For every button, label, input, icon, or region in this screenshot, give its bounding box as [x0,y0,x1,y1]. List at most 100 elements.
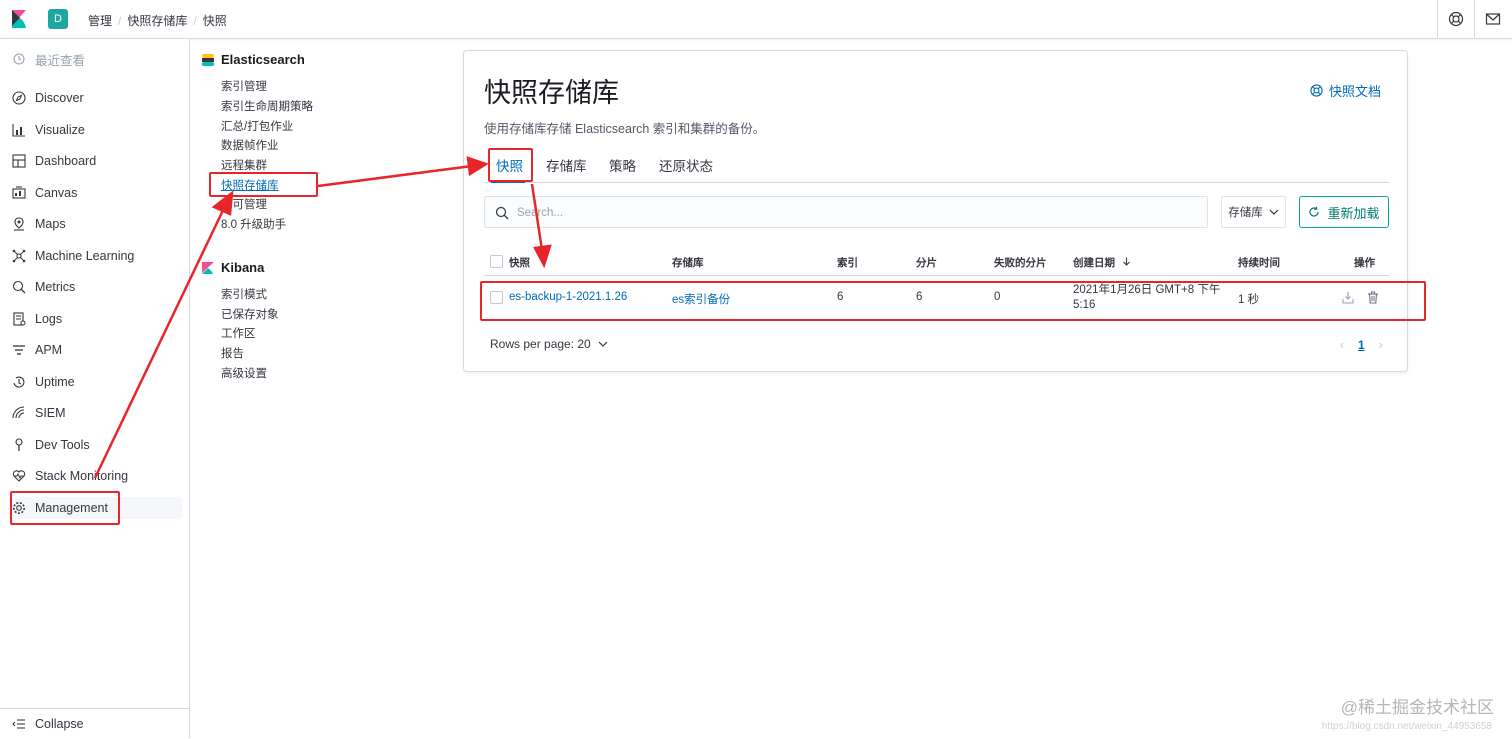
breadcrumb: 管理 / 快照存储库 / 快照 [88,12,227,29]
nav-item-visualize[interactable]: Visualize [0,115,190,145]
nav-item-uptime[interactable]: Uptime [0,367,190,397]
mgmt-link-upgrade-assistant[interactable]: 8.0 升级助手 [221,216,286,232]
nav-item-siem[interactable]: SIEM [0,398,190,428]
nav-item-dev-tools[interactable]: Dev Tools [0,430,190,460]
uptime-icon [12,375,26,389]
top-header: D 管理 / 快照存储库 / 快照 [0,0,1512,39]
breadcrumb-management[interactable]: 管理 [88,14,112,28]
elasticsearch-section-title: Elasticsearch [202,52,305,67]
created-header-label: 创建日期 [1073,257,1115,269]
breadcrumb-snapshot-repos[interactable]: 快照存储库 [127,14,187,28]
annotation-box-snapshot-row [480,281,1426,321]
nav-item-maps[interactable]: Maps [0,209,190,239]
table-header: 快照 存储库 索引 分片 失败的分片 创建日期 持续时间 操作 [484,246,1389,276]
breadcrumb-snapshots: 快照 [202,14,227,28]
nav-item-label: Dev Tools [35,438,90,452]
nav-item-label: Machine Learning [35,249,135,263]
nav-item-stack-monitoring[interactable]: Stack Monitoring [0,461,190,491]
rows-per-page-label: Rows per page: 20 [490,337,591,351]
mgmt-link-remote-clusters[interactable]: 远程集群 [221,157,267,173]
nav-item-canvas[interactable]: Canvas [0,178,190,208]
column-header-created[interactable]: 创建日期 [1073,255,1131,270]
nav-item-label: Canvas [35,186,78,200]
nav-item-logs[interactable]: Logs [0,304,190,334]
watermark-url: https://blog.csdn.net/weixin_44953658 [1321,721,1492,732]
mail-icon[interactable] [1485,11,1501,27]
next-page-icon[interactable]: › [1379,337,1383,352]
header-divider [1474,0,1475,39]
help-icon[interactable] [1448,11,1464,27]
elasticsearch-logo-icon [202,53,214,66]
pagination: ‹ 1 › [1340,337,1383,352]
nav-item-discover[interactable]: Discover [0,83,190,113]
search-icon [495,206,509,220]
header-divider [1437,0,1438,39]
mgmt-link-saved-objects[interactable]: 已保存对象 [221,306,279,322]
tab-restore-status[interactable]: 还原状态 [659,155,713,175]
nav-item-apm[interactable]: APM [0,335,190,365]
breadcrumb-separator: / [118,14,122,28]
refresh-icon [1309,206,1320,217]
previous-page-icon[interactable]: ‹ [1340,337,1344,352]
reload-button[interactable]: 重新加载 [1299,196,1389,228]
nav-item-label: Metrics [35,280,76,294]
filter-label: 存储库 [1228,207,1263,219]
kibana-logo-icon[interactable] [10,10,28,28]
mgmt-link-spaces[interactable]: 工作区 [221,325,256,341]
mgmt-link-license-management[interactable]: 许可管理 [221,196,267,212]
nav-item-label: Uptime [35,375,75,389]
select-all-checkbox[interactable] [490,255,503,268]
page-description: 使用存储库存储 Elasticsearch 索引和集群的备份。 [484,122,766,136]
nav-recently-viewed-label: 最近查看 [35,53,86,68]
mgmt-link-index-management[interactable]: 索引管理 [221,78,267,94]
nav-item-label: SIEM [35,406,66,420]
nav-item-machine-learning[interactable]: Machine Learning [0,241,190,271]
management-sidenav: Elasticsearch 索引管理 索引生命周期策略 汇总/打包作业 数据帧作… [190,39,460,738]
column-header-failed-shards[interactable]: 失败的分片 [994,255,1047,270]
mgmt-link-rollup-jobs[interactable]: 汇总/打包作业 [221,118,293,134]
tab-bar: 快照 存储库 策略 还原状态 [484,149,1389,183]
kibana-section-title: Kibana [202,260,264,275]
compass-icon [12,91,26,105]
ml-icon [12,249,26,263]
metrics-icon [12,280,26,294]
page-title: 快照存储库 [484,78,619,108]
column-header-shards[interactable]: 分片 [916,255,937,270]
breadcrumb-separator: / [193,14,197,28]
search-input[interactable] [515,203,1195,223]
help-icon [1310,84,1323,97]
tab-repositories[interactable]: 存储库 [546,155,587,175]
chevron-down-icon [598,341,608,347]
tab-policies[interactable]: 策略 [609,155,636,175]
logs-icon [12,312,26,326]
column-header-repository[interactable]: 存储库 [672,255,704,270]
nav-item-metrics[interactable]: Metrics [0,272,190,302]
nav-item-label: Visualize [35,123,85,137]
mgmt-link-reporting[interactable]: 报告 [221,345,244,361]
mgmt-link-ilm-policies[interactable]: 索引生命周期策略 [221,98,313,114]
collapse-label: Collapse [35,717,84,731]
mgmt-link-index-patterns[interactable]: 索引模式 [221,286,267,302]
mgmt-link-advanced-settings[interactable]: 高级设置 [221,365,267,381]
nav-item-label: Logs [35,312,63,326]
space-avatar[interactable]: D [48,9,68,29]
nav-item-label: Stack Monitoring [35,469,129,483]
visualize-icon [12,123,26,137]
monitoring-icon [12,469,26,483]
collapse-nav-button[interactable]: Collapse [0,709,190,739]
page-number-button[interactable]: 1 [1358,338,1365,352]
column-header-snapshot[interactable]: 快照 [509,255,530,270]
nav-item-dashboard[interactable]: Dashboard [0,146,190,176]
column-header-indices[interactable]: 索引 [837,255,858,270]
annotation-box-snapshot-repos-link [209,172,318,197]
snapshot-docs-link[interactable]: 快照文档 [1310,81,1381,100]
watermark: @稀土掘金技术社区 [1340,698,1494,717]
apm-icon [12,343,26,357]
rows-per-page-button[interactable]: Rows per page: 20 [490,337,608,351]
mgmt-link-transform-jobs[interactable]: 数据帧作业 [221,137,279,153]
dashboard-icon [12,154,26,168]
nav-recently-viewed[interactable]: 最近查看 [0,44,190,74]
reload-label: 重新加载 [1327,205,1380,221]
column-header-duration[interactable]: 持续时间 [1238,255,1280,270]
repository-filter-button[interactable]: 存储库 [1221,196,1286,228]
